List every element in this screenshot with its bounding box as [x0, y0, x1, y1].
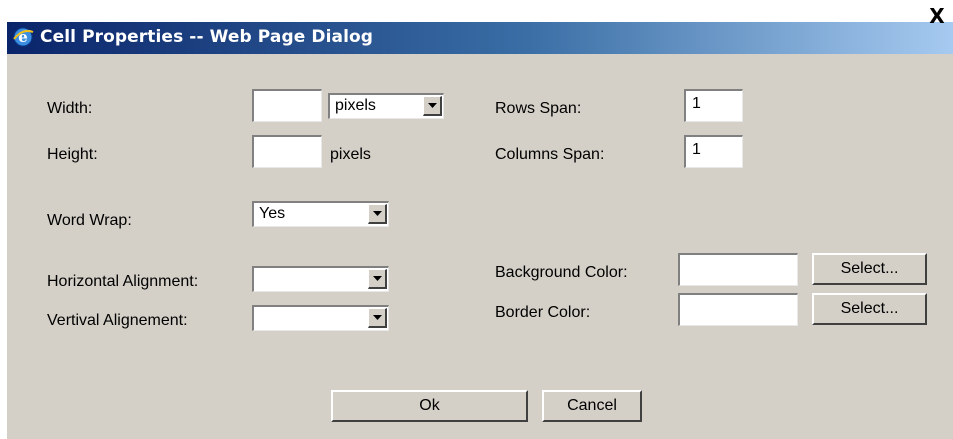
- rows-span-input[interactable]: 1: [684, 89, 743, 122]
- columns-span-label: Columns Span:: [495, 146, 605, 163]
- close-icon: X: [929, 4, 945, 28]
- width-input[interactable]: [252, 89, 322, 122]
- border-color-select-button[interactable]: Select...: [812, 293, 927, 325]
- word-wrap-label: Word Wrap:: [47, 212, 132, 229]
- height-unit-label: pixels: [330, 146, 371, 163]
- dialog-window: [7, 22, 953, 439]
- title-bar[interactable]: e Cell Properties -- Web Page Dialog: [7, 22, 953, 54]
- background-color-input[interactable]: [678, 253, 798, 286]
- width-unit-select[interactable]: pixels: [328, 93, 444, 119]
- background-color-label: Background Color:: [495, 264, 628, 281]
- ok-button[interactable]: Ok: [331, 390, 528, 422]
- chevron-down-icon[interactable]: [423, 96, 442, 116]
- word-wrap-select[interactable]: Yes: [252, 201, 389, 227]
- close-button[interactable]: X: [926, 5, 948, 27]
- width-label: Width:: [47, 100, 93, 117]
- background-color-select-button[interactable]: Select...: [812, 253, 927, 285]
- dialog-title: Cell Properties -- Web Page Dialog: [40, 27, 374, 47]
- horizontal-alignment-label: Horizontal Alignment:: [47, 273, 199, 290]
- ie-icon: e: [12, 26, 34, 48]
- height-label: Height:: [47, 146, 98, 163]
- chevron-down-icon[interactable]: [368, 308, 387, 328]
- cancel-button[interactable]: Cancel: [542, 390, 642, 422]
- columns-span-input[interactable]: 1: [684, 135, 743, 168]
- chevron-down-icon[interactable]: [368, 269, 387, 289]
- horizontal-alignment-select[interactable]: [252, 266, 389, 292]
- word-wrap-value: Yes: [259, 205, 286, 222]
- vertical-alignment-select[interactable]: [252, 305, 389, 331]
- width-unit-value: pixels: [335, 97, 376, 114]
- chevron-down-icon[interactable]: [368, 204, 387, 224]
- border-color-label: Border Color:: [495, 304, 591, 321]
- border-color-input[interactable]: [678, 293, 798, 326]
- height-input[interactable]: [252, 135, 322, 168]
- rows-span-label: Rows Span:: [495, 100, 582, 117]
- vertical-alignment-label: Vertival Alignement:: [47, 312, 188, 329]
